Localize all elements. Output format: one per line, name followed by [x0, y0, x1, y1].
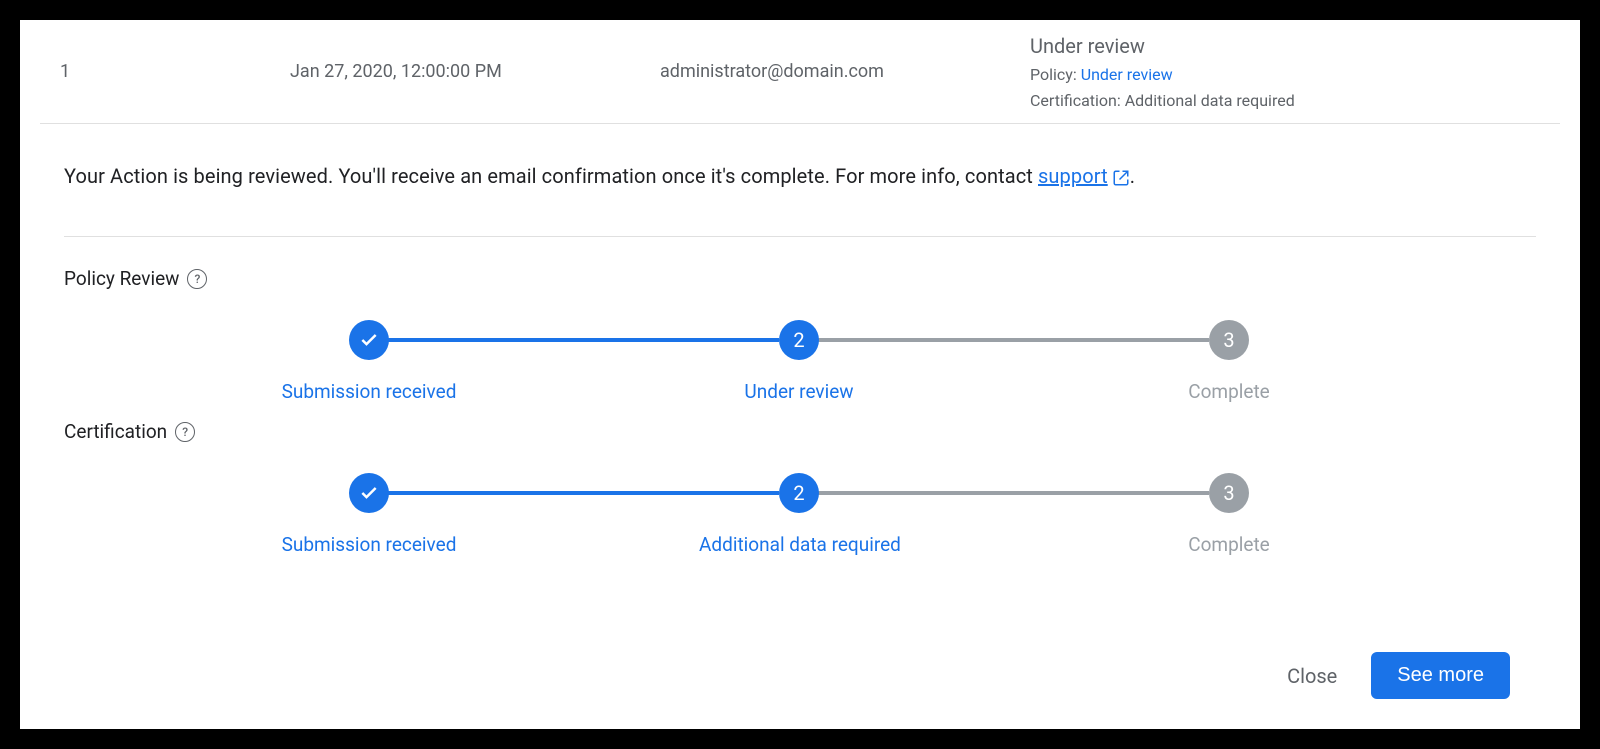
help-icon[interactable]: ? [187, 269, 207, 289]
close-button[interactable]: Close [1287, 664, 1337, 688]
help-icon[interactable]: ? [175, 422, 195, 442]
policy-step-2-label: Under review [699, 380, 899, 403]
policy-label: Policy: [1030, 65, 1077, 84]
policy-step-2: 2 Under review [699, 320, 899, 403]
message-text-before: Your Action is being reviewed. You'll re… [64, 164, 1038, 188]
submission-number: 1 [60, 61, 290, 82]
cert-step-3-label: Complete [1129, 533, 1329, 556]
policy-review-stepper: Submission received 2 Under review 3 Com… [64, 320, 1349, 360]
policy-step-3: 3 Complete [1129, 320, 1329, 403]
review-message: Your Action is being reviewed. You'll re… [64, 164, 1536, 188]
see-more-button[interactable]: See more [1371, 652, 1510, 699]
external-link-icon [1112, 169, 1130, 187]
submission-email: administrator@domain.com [660, 61, 1030, 82]
cert-step-2: 2 Additional data required [699, 473, 899, 556]
policy-step-1-label: Submission received [269, 380, 469, 403]
dialog-footer: Close See more [1287, 652, 1510, 699]
certification-stepper: Submission received 2 Additional data re… [64, 473, 1349, 513]
policy-step-1: Submission received [269, 320, 469, 403]
submission-date: Jan 27, 2020, 12:00:00 PM [290, 61, 660, 82]
section-divider [64, 236, 1536, 237]
certification-label: Certification: [1030, 91, 1121, 110]
certification-value: Additional data required [1125, 91, 1295, 110]
check-icon [349, 320, 389, 360]
cert-step-1-label: Submission received [269, 533, 469, 556]
status-title: Under review [1030, 30, 1536, 62]
submission-row[interactable]: 1 Jan 27, 2020, 12:00:00 PM administrato… [20, 20, 1580, 123]
certification-status-line: Certification: Additional data required [1030, 88, 1536, 114]
step-bullet-2: 2 [779, 320, 819, 360]
submission-status: Under review Policy: Under review Certif… [1030, 30, 1536, 113]
message-text-after: . [1130, 164, 1135, 188]
policy-review-title-text: Policy Review [64, 267, 179, 290]
support-link[interactable]: support [1038, 164, 1108, 188]
policy-review-title: Policy Review ? [64, 267, 1536, 290]
policy-status-link[interactable]: Under review [1081, 65, 1173, 84]
policy-status-line: Policy: Under review [1030, 62, 1536, 88]
policy-step-3-label: Complete [1129, 380, 1329, 403]
certification-title: Certification ? [64, 420, 1536, 443]
cert-step-3: 3 Complete [1129, 473, 1329, 556]
certification-title-text: Certification [64, 420, 167, 443]
step-bullet-3: 3 [1209, 320, 1249, 360]
cert-step-1: Submission received [269, 473, 469, 556]
check-icon [349, 473, 389, 513]
step-bullet-3: 3 [1209, 473, 1249, 513]
cert-step-2-label: Additional data required [699, 533, 899, 556]
step-bullet-2: 2 [779, 473, 819, 513]
